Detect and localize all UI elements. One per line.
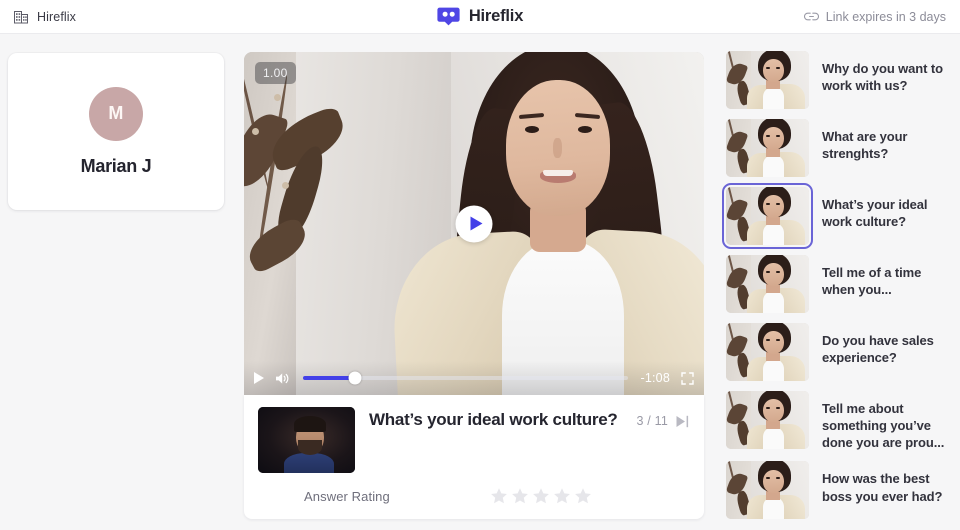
answer-header: What’s your ideal work culture? 3 / 11 [258,407,690,473]
star-icon-4[interactable] [553,487,571,505]
question-thumbnail-2[interactable] [726,119,809,177]
question-counter: 3 / 11 [636,414,668,428]
question-label: Tell me about something you’ve done you … [822,401,945,451]
link-expiry: Link expires in 3 days [803,9,946,24]
candidate-card: M Marian J [8,53,224,210]
question-label: What are your strenghts? [822,129,908,162]
answer-rating-label: Answer Rating [304,488,390,504]
link-icon [803,12,819,21]
answer-rating-row: Answer Rating [258,487,690,505]
star-icon-1[interactable] [490,487,508,505]
question-thumbnail-4[interactable] [726,255,809,313]
question-list-item-5[interactable]: Do you have sales experience? [716,318,960,386]
video-controls: -1:08 [244,361,704,395]
question-list-item-6[interactable]: Tell me about something you’ve done you … [716,386,960,456]
question-label: Tell me of a time when you... [822,265,922,298]
question-label: Why do you want to work with us? [822,61,943,94]
center-play-button[interactable] [455,205,493,242]
question-label: Do you have sales experience? [822,333,934,366]
answer-info-card: What’s your ideal work culture? 3 / 11 A… [244,395,704,519]
question-list-item-7[interactable]: How was the best boss you ever had? [716,456,960,524]
question-thumbnail-1[interactable] [726,51,809,109]
company-name: Hireflix [37,9,76,24]
top-bar: Hireflix Hireflix Link expires in 3 days [0,0,960,34]
avatar: M [89,86,143,141]
progress-handle[interactable] [348,371,362,385]
skip-next-button[interactable] [675,415,690,428]
building-icon [14,10,29,24]
star-icon-5[interactable] [574,487,592,505]
volume-icon [276,372,289,384]
question-list-item-4[interactable]: Tell me of a time when you... [716,250,960,318]
question-list[interactable]: Why do you want to work with us? What ar… [716,46,960,530]
question-label: What’s your ideal work culture? [822,197,928,230]
skip-next-icon [676,415,689,427]
question-thumbnail-5[interactable] [726,323,809,381]
play-button[interactable] [254,372,264,384]
star-icon-3[interactable] [532,487,550,505]
current-question-title: What’s your ideal work culture? [369,410,618,429]
question-label: How was the best boss you ever had? [822,471,943,504]
hireflix-logo-icon [437,7,460,26]
link-expiry-text: Link expires in 3 days [825,9,946,24]
brand-name: Hireflix [468,7,524,25]
star-icon-2[interactable] [511,487,529,505]
question-list-item-1[interactable]: Why do you want to work with us? [716,46,960,114]
question-thumbnail-7[interactable] [726,461,809,520]
interviewer-thumbnail[interactable] [258,407,355,473]
progress-bar[interactable] [303,371,628,385]
play-icon [254,372,264,384]
progress-fill [303,376,355,380]
company-brand[interactable]: Hireflix [14,10,76,24]
question-thumbnail-3[interactable] [722,183,813,249]
playback-speed-badge[interactable]: 1.00 [255,62,296,84]
player-column: 1.00 -1:08 What’s your ideal work cultur… [244,52,704,519]
time-remaining: -1:08 [640,371,670,385]
play-icon [470,216,482,231]
question-list-item-2[interactable]: What are your strenghts? [716,114,960,182]
question-counter-group: 3 / 11 [636,407,690,428]
volume-button[interactable] [275,372,290,385]
question-list-item-3[interactable]: What’s your ideal work culture? [716,182,960,250]
fullscreen-icon [681,371,694,385]
candidate-name: Marian J [80,155,152,176]
rating-stars[interactable] [490,487,592,505]
fullscreen-button[interactable] [681,371,694,385]
question-thumbnail-6[interactable] [726,391,809,449]
video-player[interactable]: 1.00 -1:08 [244,52,704,395]
